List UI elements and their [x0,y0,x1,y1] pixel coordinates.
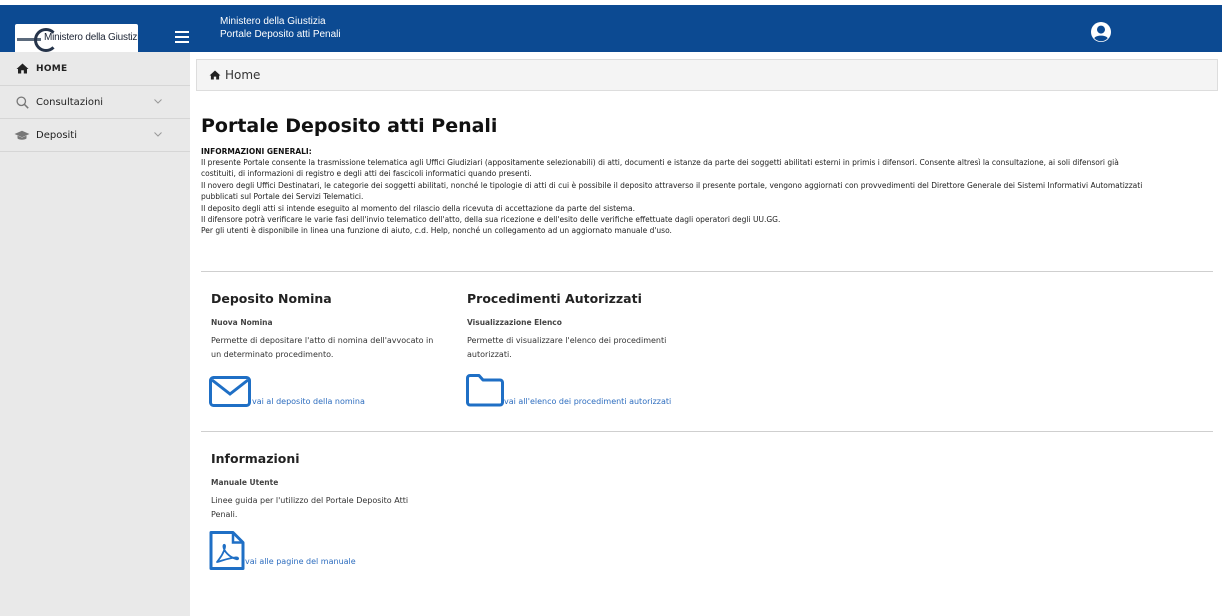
card-description-line: Linee guida per l'utilizzo del Portale D… [211,496,409,505]
ministry-logo[interactable]: Ministero della Giustizia [15,24,138,55]
sidebar-item-label: HOME [36,63,68,74]
chevron-down-icon[interactable] [148,97,168,107]
info-paragraph: Il difensore potrà verificare le varie f… [201,215,781,225]
header-title-line2: Portale Deposito atti Penali [220,29,341,40]
sidebar-item-consultazioni[interactable]: Consultazioni [0,86,190,119]
sidebar-item-label: Depositi [36,129,78,141]
card-subtitle-manuale-utente: Manuale Utente [211,478,279,487]
home-icon [209,70,221,80]
info-text: Il presente Portale consente la trasmiss… [201,157,1216,237]
graduation-cap-icon [14,130,30,141]
info-heading: INFORMAZIONI GENERALI: [201,147,312,156]
card-description-line: autorizzati. [467,349,512,359]
sidebar-item-home[interactable]: HOME [0,52,190,86]
info-paragraph: pubblicati sul Portale dei Servizi Telem… [201,192,364,202]
section-divider [201,271,1213,272]
card-subtitle-visualizzazione-elenco: Visualizzazione Elenco [467,318,562,327]
card-description-line: Penali. [211,509,238,519]
info-paragraph: Il presente Portale consente la trasmiss… [201,158,1119,167]
card-description-line: Permette di depositare l'atto di nomina … [211,336,434,345]
top-header: Ministero della Giustizia Ministero dell… [0,5,1222,55]
sidebar-item-label: Consultazioni [36,96,104,108]
card-title-procedimenti-autorizzati: Procedimenti Autorizzati [467,291,642,306]
link-elenco-procedimenti[interactable]: vai all'elenco dei procedimenti autorizz… [504,397,671,406]
logo-text: Ministero della Giustizia [44,32,138,43]
hamburger-icon[interactable] [175,31,189,43]
search-icon [14,95,30,109]
sidebar: HOME Consultazioni Depositi [0,52,190,616]
header-title-line1: Ministero della Giustizia [220,16,326,27]
folder-icon[interactable] [466,374,504,407]
card-description-line: un determinato procedimento. [211,349,334,359]
sidebar-item-depositi[interactable]: Depositi [0,119,190,152]
header-title: Ministero della Giustizia Portale Deposi… [220,15,341,41]
card-description: Permette di depositare l'atto di nomina … [211,334,443,361]
card-subtitle-nuova-nomina: Nuova Nomina [211,318,273,327]
chevron-down-icon[interactable] [148,130,168,140]
breadcrumb: Home [196,59,1218,91]
info-paragraph: Il deposito degli atti si intende esegui… [201,203,635,213]
section-divider [201,431,1213,432]
info-paragraph: Il novero degli Uffici Destinatari, le c… [201,180,1143,190]
page-title: Portale Deposito atti Penali [201,115,498,137]
card-description-line: Permette di visualizzare l'elenco dei pr… [467,336,667,345]
envelope-icon[interactable] [209,376,251,407]
card-description: Linee guida per l'utilizzo del Portale D… [211,494,443,521]
card-description: Permette di visualizzare l'elenco dei pr… [467,334,699,361]
breadcrumb-home-link[interactable]: Home [225,68,260,82]
link-deposito-nomina[interactable]: vai al deposito della nomina [252,397,365,406]
pdf-file-icon[interactable] [209,531,245,570]
card-title-informazioni: Informazioni [211,451,300,466]
user-circle-icon[interactable] [1090,21,1112,43]
link-pagine-manuale[interactable]: vai alle pagine del manuale [245,557,356,566]
home-icon [14,63,30,74]
card-title-deposito-nomina: Deposito Nomina [211,291,332,306]
info-paragraph: Per gli utenti è disponibile in linea un… [201,226,672,236]
info-paragraph: costituiti, di informazioni di registro … [201,169,532,179]
